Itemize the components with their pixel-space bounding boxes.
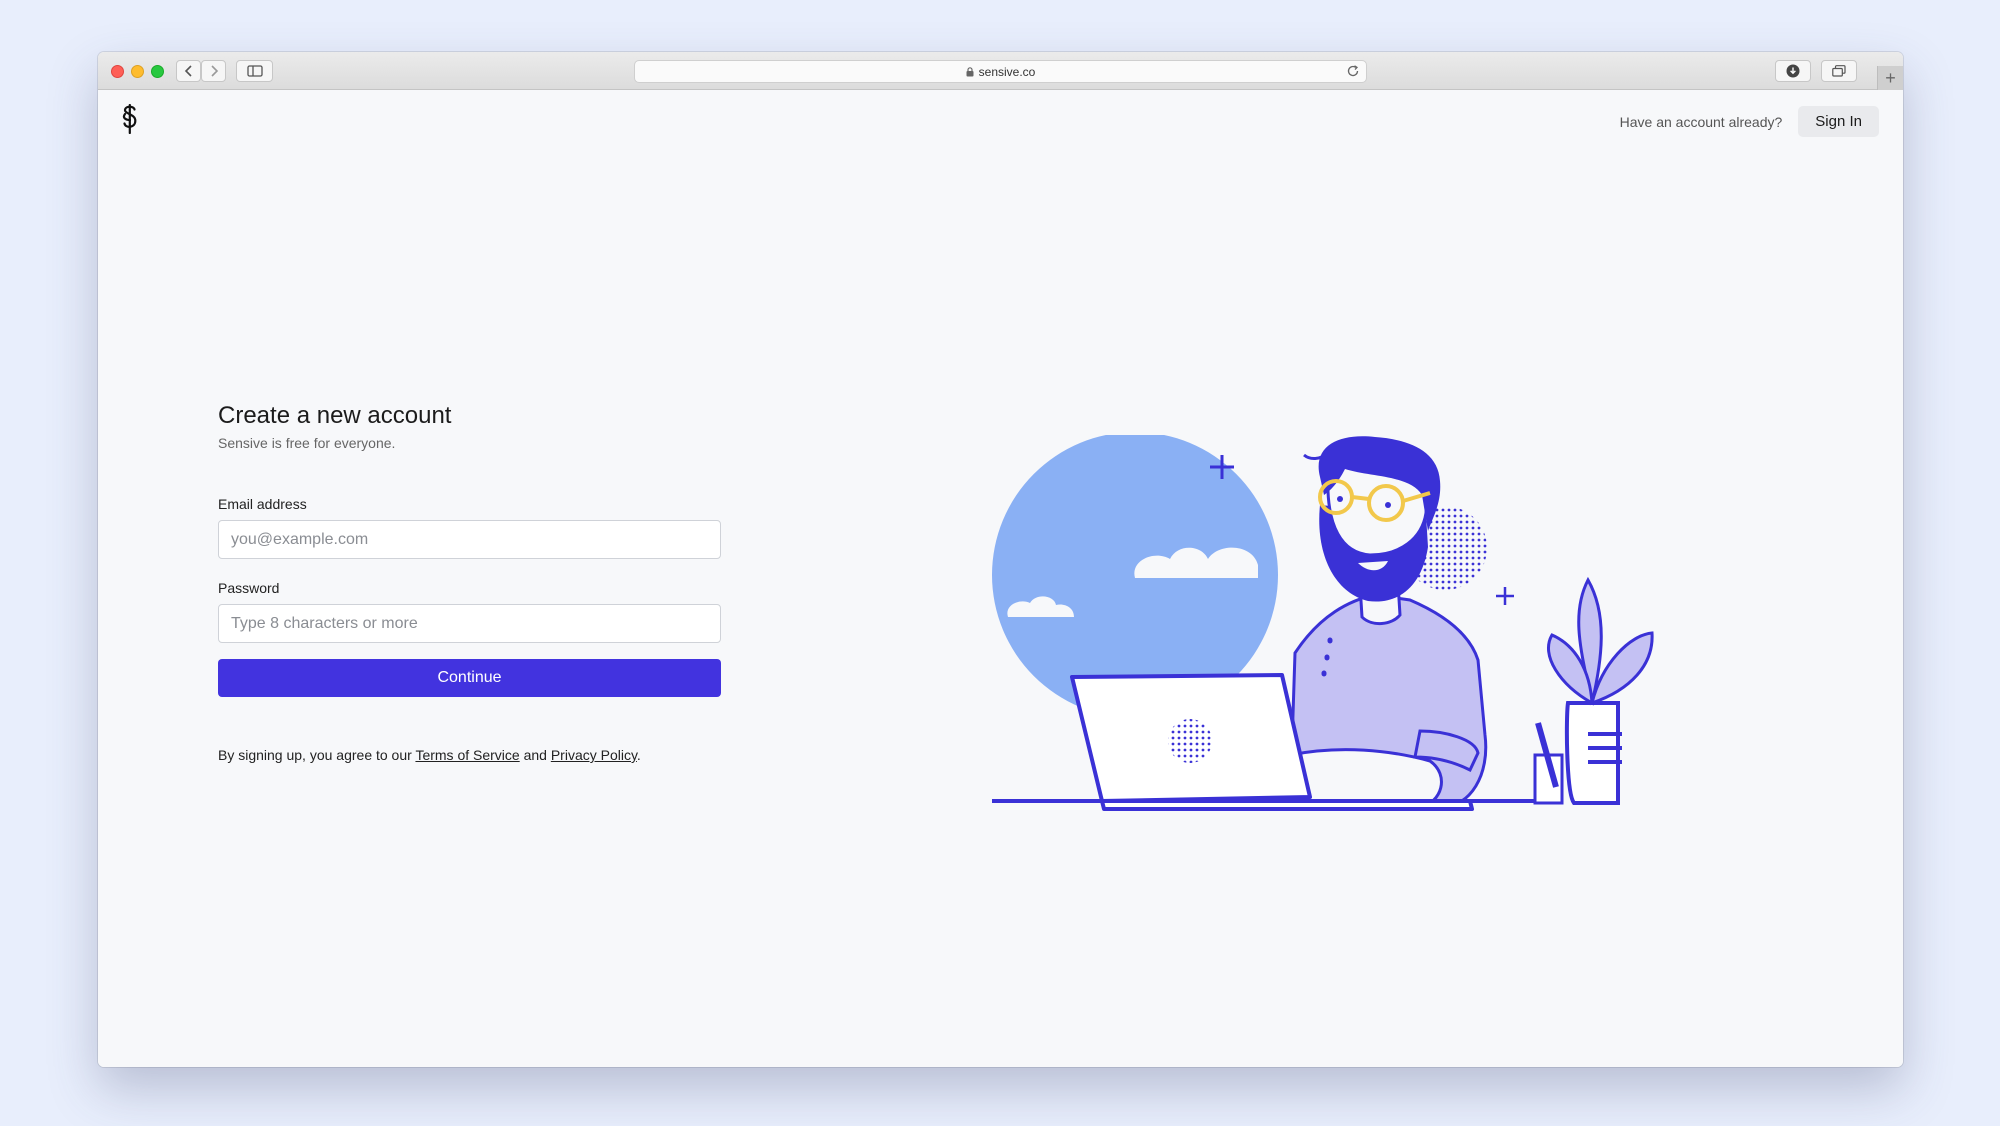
password-label: Password [218,580,280,596]
email-field[interactable] [218,520,721,559]
back-button[interactable] [176,60,201,82]
sensive-logo[interactable] [120,103,140,139]
sign-in-button[interactable]: Sign In [1798,106,1879,137]
tab-overview-button[interactable] [1821,60,1857,82]
sparkle [1496,587,1514,605]
minimize-window-button[interactable] [131,65,144,78]
signup-form: Create a new account Sensive is free for… [218,402,721,763]
eye [1337,496,1343,502]
header-actions: Have an account already? Sign In [1620,106,1879,137]
chevron-left-icon [184,65,192,77]
browser-toolbar: sensive.co + [98,52,1903,90]
continue-button[interactable]: Continue [218,659,721,697]
downloads-button[interactable] [1775,60,1811,82]
sidebar-toggle-button[interactable] [236,60,273,82]
address-bar[interactable]: sensive.co [634,60,1367,83]
illustration [992,435,1654,811]
privacy-policy-link[interactable]: Privacy Policy [551,747,637,763]
new-tab-button[interactable]: + [1877,66,1903,90]
tabs-icon [1832,65,1846,77]
email-label: Email address [218,496,307,512]
sensive-logo-icon [122,103,137,135]
terms-notice: By signing up, you agree to our Terms of… [218,747,721,763]
forward-button[interactable] [201,60,226,82]
download-icon [1786,64,1800,78]
page-content: Have an account already? Sign In Create … [98,90,1903,1067]
terms-prefix: By signing up, you agree to our [218,747,416,763]
password-field[interactable] [218,604,721,643]
browser-window: sensive.co + Have an account already? Si… [98,52,1903,1067]
lock-icon [966,66,974,77]
reload-icon[interactable] [1346,64,1360,81]
terms-of-service-link[interactable]: Terms of Service [415,747,519,763]
chevron-right-icon [210,65,218,77]
sidebar-icon [246,65,263,77]
page-title: Create a new account [218,402,452,429]
page-subtitle: Sensive is free for everyone. [218,435,396,451]
account-question: Have an account already? [1619,113,1783,130]
laptop-logo [1168,719,1212,763]
eye [1385,502,1391,508]
plus-icon: + [1885,67,1896,88]
terms-middle: and [519,747,551,763]
url-text: sensive.co [978,64,1036,79]
maximize-window-button[interactable] [151,65,164,78]
close-window-button[interactable] [111,65,124,78]
terms-suffix: . [636,747,641,763]
plant-pot [1564,701,1620,805]
